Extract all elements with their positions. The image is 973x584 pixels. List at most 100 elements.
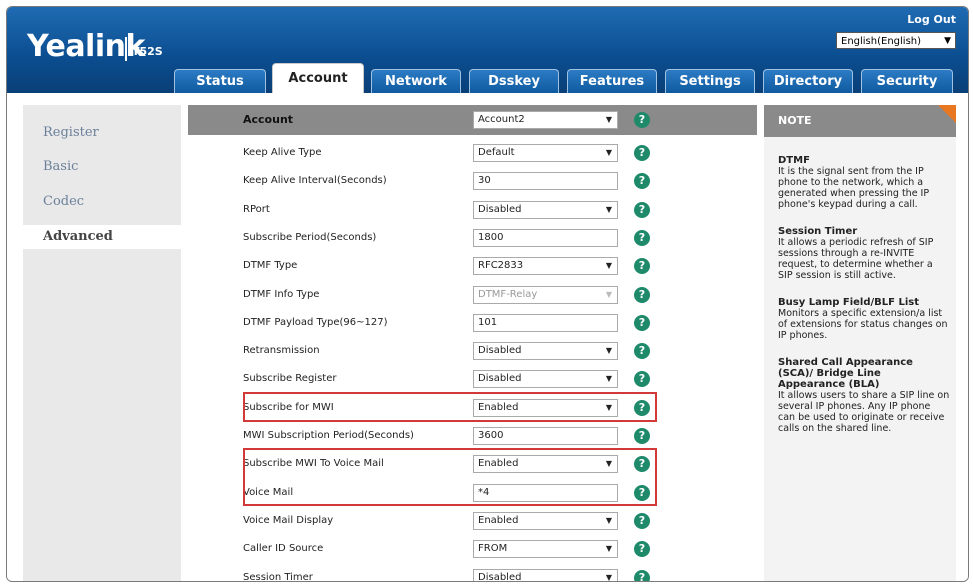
- setting-label: MWI Subscription Period(Seconds): [243, 430, 414, 441]
- chevron-down-icon: ▼: [605, 289, 612, 299]
- logo-separator: [125, 37, 127, 61]
- language-select[interactable]: English(English) ▼: [836, 32, 956, 49]
- sidebar: Register Basic Codec Advanced: [23, 105, 181, 581]
- setting-input[interactable]: 101: [473, 313, 618, 332]
- setting-input[interactable]: 3600: [473, 427, 618, 445]
- content-area: Register Basic Codec Advanced Account Ac…: [7, 93, 968, 581]
- sidebar-item-codec[interactable]: Codec: [23, 190, 181, 214]
- highlight-subscribe-mwi: [243, 392, 657, 422]
- sidebar-item-basic[interactable]: Basic: [23, 155, 181, 179]
- help-icon[interactable]: ?: [634, 201, 650, 218]
- note-text-blf: Monitors a specific extension/a list of …: [778, 308, 948, 341]
- tab-security[interactable]: Security: [861, 69, 953, 93]
- account-label: Account: [243, 113, 294, 126]
- help-icon[interactable]: ?: [634, 286, 650, 303]
- help-icon[interactable]: ?: [634, 229, 650, 246]
- setting-value: 1800: [478, 231, 504, 243]
- sidebar-item-advanced[interactable]: Advanced: [23, 225, 181, 249]
- logout-link[interactable]: Log Out: [907, 13, 956, 26]
- setting-label: Voice Mail Display: [243, 514, 334, 526]
- setting-value: FROM: [478, 543, 508, 555]
- settings-row: Session Timer Disabled ▼?: [188, 564, 757, 582]
- setting-label: DTMF Info Type: [243, 288, 320, 300]
- help-icon[interactable]: ?: [634, 343, 650, 360]
- help-icon[interactable]: ?: [634, 112, 650, 128]
- tab-account[interactable]: Account: [272, 63, 364, 93]
- setting-select[interactable]: RFC2833 ▼: [473, 257, 618, 276]
- help-icon[interactable]: ?: [634, 173, 650, 190]
- help-icon[interactable]: ?: [634, 371, 650, 388]
- model-label: T52S: [132, 45, 163, 58]
- settings-row: Subscribe Period(Seconds) 1800?: [188, 224, 757, 252]
- setting-select[interactable]: Disabled ▼: [473, 342, 618, 361]
- tab-network[interactable]: Network: [371, 69, 461, 93]
- setting-label: Retransmission: [243, 345, 320, 357]
- setting-value: 3600: [478, 430, 504, 441]
- setting-select[interactable]: Disabled ▼: [473, 200, 618, 219]
- header-bar: Yealink T52S Log Out English(English) ▼ …: [7, 7, 968, 93]
- highlight-voice-mail: [243, 448, 657, 506]
- setting-select[interactable]: Disabled ▼: [473, 568, 618, 582]
- settings-row: DTMF Type RFC2833 ▼?: [188, 252, 757, 280]
- tab-status[interactable]: Status: [174, 69, 266, 93]
- setting-label: RPort: [243, 203, 270, 215]
- chevron-down-icon: ▼: [605, 515, 612, 525]
- setting-label: Session Timer: [243, 571, 313, 582]
- setting-select[interactable]: Disabled ▼: [473, 370, 618, 389]
- tab-dsskey[interactable]: Dsskey: [469, 69, 559, 93]
- setting-select[interactable]: Enabled ▼: [473, 511, 618, 530]
- tab-features[interactable]: Features: [567, 69, 657, 93]
- tab-settings[interactable]: Settings: [665, 69, 755, 93]
- chevron-down-icon: ▼: [605, 148, 612, 157]
- settings-row: Keep Alive Type Default ▼?: [188, 139, 757, 167]
- setting-value: Disabled: [478, 373, 522, 385]
- help-icon[interactable]: ?: [634, 145, 650, 161]
- help-icon[interactable]: ?: [634, 258, 650, 275]
- account-header-row: Account Account2 ▼ ?: [188, 105, 757, 135]
- chevron-down-icon: ▼: [605, 204, 612, 214]
- chevron-down-icon: ▼: [605, 544, 612, 554]
- setting-value: Enabled: [478, 514, 519, 526]
- note-corner-accent: [938, 105, 956, 123]
- setting-label: Keep Alive Interval(Seconds): [243, 175, 387, 187]
- note-text-session-timer: It allows a periodic refresh of SIP sess…: [778, 237, 934, 281]
- setting-select[interactable]: FROM ▼: [473, 540, 618, 559]
- setting-select: DTMF-Relay ▼: [473, 285, 618, 304]
- help-icon[interactable]: ?: [634, 314, 650, 331]
- setting-select[interactable]: Default ▼: [473, 144, 618, 162]
- note-panel: NOTE DTMF It is the signal sent from the…: [764, 105, 956, 581]
- note-heading-blf: Busy Lamp Field/BLF List: [778, 297, 919, 308]
- settings-row: DTMF Payload Type(96~127) 101?: [188, 309, 757, 337]
- setting-value: Default: [478, 147, 515, 158]
- setting-value: Disabled: [478, 345, 522, 357]
- note-heading-session-timer: Session Timer: [778, 226, 858, 237]
- help-icon[interactable]: ?: [634, 569, 650, 581]
- setting-input[interactable]: 1800: [473, 228, 618, 247]
- account-select[interactable]: Account2 ▼: [473, 111, 618, 129]
- setting-input[interactable]: 30: [473, 172, 618, 191]
- chevron-down-icon: ▼: [944, 36, 951, 46]
- sidebar-item-register[interactable]: Register: [23, 121, 181, 145]
- account-select-value: Account2: [478, 114, 525, 125]
- yealink-logo: Yealink: [27, 29, 145, 64]
- tab-directory[interactable]: Directory: [763, 69, 853, 93]
- settings-row: Voice Mail Display Enabled ▼?: [188, 507, 757, 535]
- chevron-down-icon: ▼: [605, 572, 612, 582]
- chevron-down-icon: ▼: [605, 261, 612, 271]
- help-icon[interactable]: ?: [634, 428, 650, 444]
- help-icon[interactable]: ?: [634, 541, 650, 558]
- settings-row: RPort Disabled ▼?: [188, 196, 757, 224]
- note-title: NOTE: [764, 105, 956, 137]
- help-icon[interactable]: ?: [634, 512, 650, 529]
- setting-label: DTMF Type: [243, 260, 298, 272]
- settings-row: DTMF Info Type DTMF-Relay ▼?: [188, 281, 757, 309]
- setting-label: Keep Alive Type: [243, 147, 322, 158]
- chevron-down-icon: ▼: [605, 346, 612, 356]
- setting-value: RFC2833: [478, 260, 524, 272]
- setting-value: 30: [478, 175, 491, 187]
- language-value: English(English): [841, 36, 922, 47]
- note-text-dtmf: It is the signal sent from the IP phone …: [778, 166, 930, 210]
- note-heading-sca: Shared Call Appearance (SCA)/ Bridge Lin…: [778, 357, 913, 390]
- note-text-sca: It allows users to share a SIP line on s…: [778, 390, 950, 434]
- settings-row: Keep Alive Interval(Seconds) 30?: [188, 167, 757, 195]
